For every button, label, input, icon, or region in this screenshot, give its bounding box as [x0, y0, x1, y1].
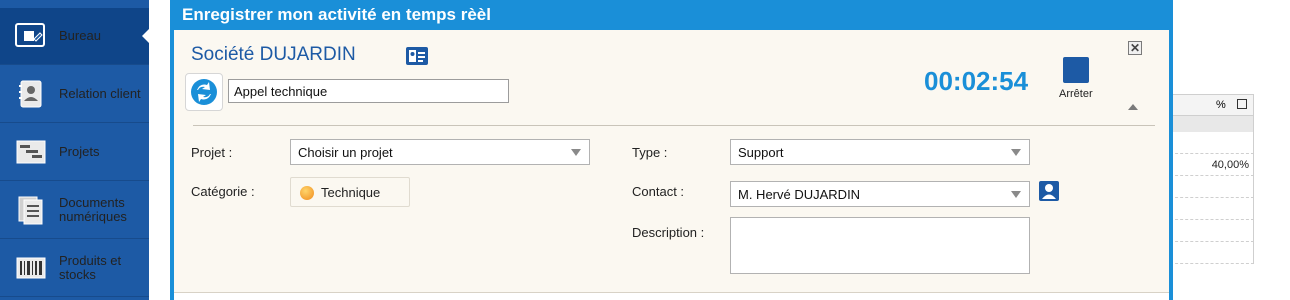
projet-select[interactable]: Choisir un projet	[290, 139, 590, 165]
elapsed-timer: 00:02:54	[924, 66, 1029, 96]
chevron-down-icon	[571, 149, 581, 156]
percent-value: 40,00%	[1211, 159, 1249, 171]
column-settings-icon[interactable]	[1237, 99, 1247, 109]
type-label: Type :	[632, 145, 668, 160]
sidebar-item-label: Produits et stocks	[59, 253, 122, 282]
sidebar: Bureau Relation client Projets Documents…	[0, 0, 150, 300]
table-row	[1170, 132, 1254, 154]
categorie-label: Catégorie :	[191, 184, 255, 199]
sidebar-item-projets[interactable]: Projets	[0, 124, 149, 181]
table-row	[1170, 176, 1254, 198]
barcode-icon	[14, 253, 48, 283]
stop-button[interactable]	[1063, 57, 1089, 83]
contact-label: Contact :	[632, 184, 685, 199]
type-select-value: Support	[738, 145, 784, 160]
activity-dialog: Enregistrer mon activité en temps rèèl S…	[170, 0, 1173, 300]
table-group-band	[1170, 116, 1254, 132]
sidebar-item-produits[interactable]: Produits et stocks	[0, 240, 149, 297]
documents-icon	[14, 195, 48, 225]
sidebar-item-documents[interactable]: Documents numériques	[0, 182, 149, 239]
table-header: %	[1170, 94, 1254, 116]
sidebar-item-relation-client[interactable]: Relation client	[0, 66, 149, 123]
table-row: 40,00%	[1170, 154, 1254, 176]
desk-edit-icon	[14, 21, 48, 51]
divider	[193, 125, 1155, 126]
stop-button-label[interactable]: Arrêter	[1059, 88, 1093, 100]
collapse-arrow-icon[interactable]	[1128, 104, 1138, 110]
projet-select-value: Choisir un projet	[298, 145, 393, 160]
categorie-value: Technique	[321, 185, 381, 200]
contact-select-value: M. Hervé DUJARDIN	[738, 187, 861, 202]
gantt-icon	[14, 137, 48, 167]
category-color-icon	[300, 186, 314, 200]
categorie-selector[interactable]: Technique	[290, 177, 410, 207]
percent-column-header: %	[1216, 99, 1226, 111]
sidebar-item-bureau[interactable]: Bureau	[0, 8, 150, 65]
dialog-title: Enregistrer mon activité en temps rèèl	[174, 0, 1169, 30]
projet-label: Projet :	[191, 145, 233, 160]
description-textarea[interactable]	[730, 217, 1030, 274]
table-row	[1170, 198, 1254, 220]
description-label: Description :	[632, 225, 705, 240]
active-indicator	[142, 28, 150, 44]
table-row	[1170, 220, 1254, 242]
sidebar-item-label: Relation client	[59, 86, 141, 101]
person-icon[interactable]	[1039, 181, 1059, 201]
type-select[interactable]: Support	[730, 139, 1030, 165]
address-book-icon	[14, 79, 48, 109]
sidebar-item-label: Projets	[59, 144, 100, 159]
background-table: % 40,00%	[1170, 94, 1254, 300]
activity-type-icon[interactable]	[185, 73, 223, 111]
table-row	[1170, 242, 1254, 264]
dialog-footer	[174, 292, 1169, 300]
chevron-down-icon	[1011, 191, 1021, 198]
activity-name-input[interactable]: Appel technique	[228, 79, 509, 103]
chevron-down-icon	[1011, 149, 1021, 156]
contact-select[interactable]: M. Hervé DUJARDIN	[730, 181, 1030, 207]
contact-card-icon[interactable]	[406, 47, 428, 65]
company-name[interactable]: Société DUJARDIN	[191, 44, 356, 66]
sidebar-item-label: Bureau	[59, 28, 101, 43]
sidebar-item-label: Documents numériques	[59, 195, 127, 224]
close-dialog-button[interactable]: ✕	[1128, 41, 1142, 55]
